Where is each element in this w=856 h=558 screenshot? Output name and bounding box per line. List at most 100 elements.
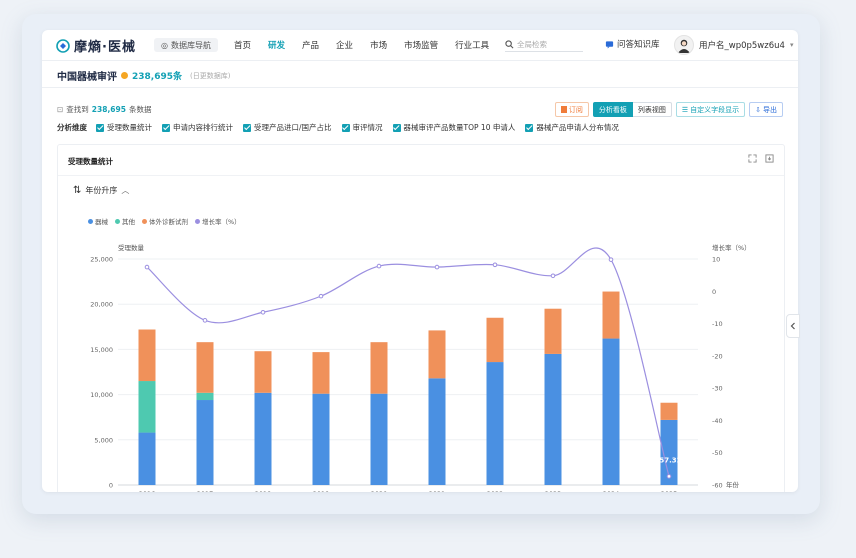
page-header: 中国器械审评 238,695条 (日更数据库) <box>42 61 798 88</box>
list-view-tab[interactable]: 列表视图 <box>632 102 672 117</box>
chart-svg: 受理数量 增长率（%） 0 5,000 10,000 15,000 20,000 25,000… <box>90 243 751 492</box>
card-actions <box>748 154 774 163</box>
chart-card-title: 受理数量统计 <box>68 157 113 166</box>
growth-rate-point <box>434 264 440 270</box>
bar-device <box>544 353 562 485</box>
view-switch: 分析看板 列表视图 <box>592 102 672 117</box>
subscribe-label: 订阅 <box>568 105 583 114</box>
dimension-checkbox[interactable]: 申请内容排行统计 <box>162 122 233 133</box>
legend-label: 体外诊断试剂 <box>149 218 188 226</box>
nav-market[interactable]: 市场 <box>370 39 387 51</box>
logo-icon <box>56 38 70 53</box>
bar-ivd <box>602 291 620 339</box>
chart-card: 受理数量统计 ⇅ 年份升序 ︿ 器械 其他 体外诊断试剂 增长率（%） 受理数量… <box>57 144 785 492</box>
bar-device <box>312 393 330 485</box>
nav-market-regulation[interactable]: 市场监管 <box>404 39 438 51</box>
avatar <box>674 35 694 55</box>
checkbox-checked-icon <box>162 123 170 132</box>
checkbox-checked-icon <box>392 123 401 132</box>
user-avatar-icon <box>678 39 690 53</box>
found-suffix: 条数据 <box>128 105 152 114</box>
found-count: 238,695 <box>91 105 126 114</box>
sort-control[interactable]: ⇅ 年份升序 ︿ <box>73 185 129 196</box>
result-summary: ⊡ 查找到 238,695 条数据 <box>57 104 151 115</box>
y2-axis-title: 增长率（%） <box>712 243 751 252</box>
growth-rate-point <box>318 293 324 299</box>
x-tick-label: 2016 <box>139 490 156 492</box>
nav-industry-tools[interactable]: 行业工具 <box>455 39 489 51</box>
bar-ivd <box>138 329 156 382</box>
main-nav: 首页 研发 产品 企业 市场 市场监管 行业工具 <box>234 39 489 51</box>
dimension-label: 受理数量统计 <box>107 123 152 132</box>
nav-home[interactable]: 首页 <box>234 39 251 51</box>
y2-tick-label: -30 <box>712 385 723 393</box>
page-title-group: 中国器械审评 238,695条 (日更数据库) <box>57 68 231 84</box>
dimension-label: 申请内容排行统计 <box>173 123 233 132</box>
growth-data-label: -57.32 <box>656 456 681 464</box>
dimension-checkbox[interactable]: 器械审评产品数量TOP 10 申请人 <box>392 122 515 133</box>
knowledge-base-link[interactable]: 问答知识库 <box>605 38 660 50</box>
dimension-checkbox[interactable]: 受理产品进口/国产占比 <box>243 122 332 133</box>
custom-fields-button[interactable]: ☰ 自定义字段显示 <box>675 102 746 117</box>
side-collapse-tab[interactable] <box>786 314 800 338</box>
legend-dot-icon <box>195 218 200 224</box>
bar-device <box>138 432 156 485</box>
y-tick-label: 20,000 <box>90 301 113 309</box>
y2-tick-label: -50 <box>712 449 723 457</box>
x-axis-title: 年份 <box>726 480 740 489</box>
fullscreen-icon[interactable] <box>748 154 757 163</box>
x-tick-label: 2020 <box>371 490 388 492</box>
legend-dot-icon <box>115 218 120 224</box>
nav-products[interactable]: 产品 <box>302 39 319 51</box>
database-nav-button[interactable]: ◎ 数据库导航 <box>154 38 218 52</box>
sort-ascending-icon: ⇅ <box>73 185 82 196</box>
y2-tick-label: -10 <box>712 320 723 328</box>
bar-ivd <box>370 342 388 394</box>
export-button[interactable]: ⇩ 导出 <box>749 102 783 117</box>
y-tick-label: 10,000 <box>90 391 113 399</box>
nav-companies[interactable]: 企业 <box>336 39 353 51</box>
growth-rate-point <box>376 263 382 269</box>
bar-device <box>602 338 620 485</box>
subscribe-button[interactable]: 订阅 <box>554 102 589 117</box>
download-icon[interactable] <box>765 154 774 163</box>
brand-logo[interactable]: 摩熵·医械 <box>56 36 136 55</box>
update-dot-icon <box>121 72 128 79</box>
found-prefix: 查找到 <box>66 105 89 114</box>
legend-item-other[interactable]: 其他 <box>115 216 135 226</box>
bar-device <box>486 362 504 485</box>
legend-item-device[interactable]: 器械 <box>88 216 108 226</box>
chevron-down-icon: ▾ <box>789 41 794 49</box>
user-menu[interactable]: 用户名_wp0p5wz6u4 ▾ <box>674 35 793 55</box>
app-window: 摩熵·医械 ◎ 数据库导航 首页 研发 产品 企业 市场 市场监管 行业工具 全… <box>42 30 798 492</box>
dimension-checkbox[interactable]: 受理数量统计 <box>96 122 152 133</box>
chevron-up-icon: ︿ <box>121 186 130 195</box>
y-tick-label: 15,000 <box>90 346 113 354</box>
toolbar-buttons: 订阅 分析看板 列表视图 ☰ 自定义字段显示 ⇩ 导出 <box>554 102 783 117</box>
legend-item-growth[interactable]: 增长率（%） <box>195 216 241 226</box>
bar-other <box>196 392 214 401</box>
x-tick-label: 2021 <box>429 490 446 492</box>
x-tick-label: 2024 <box>603 490 620 492</box>
top-navbar: 摩熵·医械 ◎ 数据库导航 首页 研发 产品 企业 市场 市场监管 行业工具 全… <box>42 30 798 61</box>
analysis-board-tab[interactable]: 分析看板 <box>592 102 633 117</box>
compass-icon: ◎ <box>161 40 168 50</box>
bar-ivd <box>660 402 678 420</box>
bar-device <box>428 378 446 485</box>
bookmark-icon <box>560 106 567 113</box>
brand-name: 摩熵·医械 <box>74 40 136 55</box>
dimension-checkbox[interactable]: 审评情况 <box>341 122 383 133</box>
chart-legend: 器械 其他 体外诊断试剂 增长率（%） <box>88 216 241 226</box>
dimension-checkbox[interactable]: 器械产品申请人分布情况 <box>525 122 619 133</box>
legend-item-ivd[interactable]: 体外诊断试剂 <box>142 216 188 226</box>
y2-tick-label: 0 <box>712 288 716 296</box>
checkbox-checked-icon <box>341 123 350 132</box>
page-title: 中国器械审评 <box>57 72 117 83</box>
bar-ivd <box>486 317 504 363</box>
page-subtitle: (日更数据库) <box>190 71 231 80</box>
global-search-input[interactable]: 全局检索 <box>505 37 583 52</box>
growth-rate-point <box>608 257 614 262</box>
y-tick-label: 5,000 <box>94 436 113 444</box>
x-tick-label: 2019 <box>313 490 330 492</box>
nav-research[interactable]: 研发 <box>268 39 285 51</box>
